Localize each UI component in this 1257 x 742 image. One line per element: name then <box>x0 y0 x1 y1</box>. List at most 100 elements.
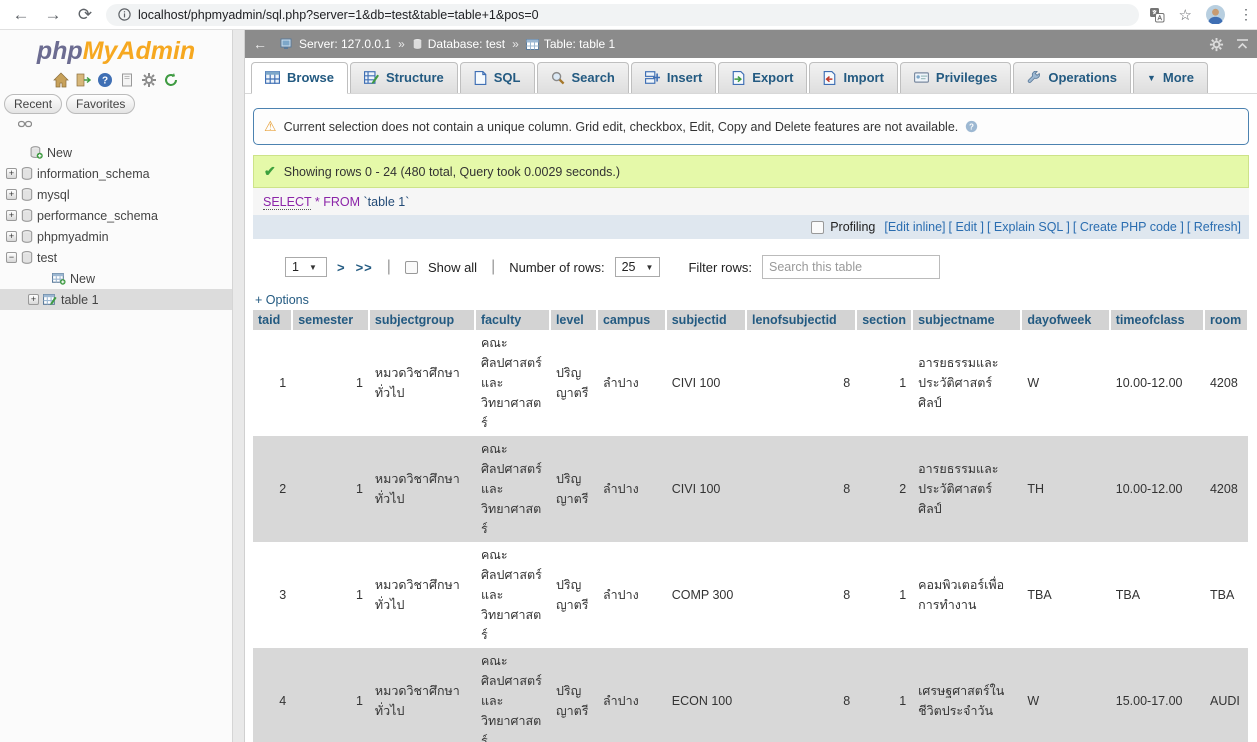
cell-room: TBA <box>1204 542 1248 648</box>
column-header-timeofclass[interactable]: timeofclass <box>1110 310 1204 330</box>
success-check-icon: ✔ <box>264 163 276 180</box>
tab-import[interactable]: Import <box>809 62 897 93</box>
collapse-panel-icon[interactable]: ← <box>253 36 267 52</box>
tab-privileges[interactable]: Privileges <box>900 62 1011 93</box>
cell-semester: 1 <box>292 648 369 742</box>
export-icon <box>732 71 745 85</box>
sidebar-item-test[interactable]: test <box>0 247 232 268</box>
column-header-level[interactable]: level <box>550 310 597 330</box>
page-settings-icon[interactable] <box>1209 37 1224 52</box>
collapse-top-icon[interactable] <box>1236 39 1249 50</box>
last-page-button[interactable]: >> <box>356 260 373 275</box>
sql-query-display: SELECT * FROM `table 1` <box>253 188 1249 215</box>
cell-faculty: คณะศิลปศาสตร์และวิทยาศาสตร์ <box>475 330 550 436</box>
phpmyadmin-logo[interactable]: phpMyAdmin <box>0 30 232 68</box>
collapse-node-icon[interactable] <box>6 252 17 263</box>
forward-icon[interactable]: → <box>42 5 64 25</box>
warning-help-icon[interactable]: ? <box>965 120 978 133</box>
column-header-subjectid[interactable]: subjectid <box>666 310 746 330</box>
home-icon[interactable] <box>53 72 69 88</box>
expand-node-icon[interactable] <box>6 189 17 200</box>
show-all-checkbox[interactable] <box>405 261 418 274</box>
help-icon[interactable]: ? <box>97 72 113 88</box>
sql-keyword-select[interactable]: SELECT <box>263 195 311 210</box>
expand-node-icon[interactable] <box>6 168 17 179</box>
cell-subjectname: เศรษฐศาสตร์ในชีวิตประจำวัน <box>912 648 1021 742</box>
sidebar-item-performance_schema[interactable]: performance_schema <box>0 205 232 226</box>
tab-structure[interactable]: Structure <box>350 62 458 93</box>
query-action-link[interactable]: [ Create PHP code ] <box>1073 220 1184 234</box>
logout-icon[interactable] <box>75 72 91 88</box>
query-action-link[interactable]: [Edit inline] <box>884 220 945 234</box>
tab-more[interactable]: ▼ More <box>1133 62 1208 93</box>
options-toggle[interactable]: + Options <box>253 289 1249 310</box>
sidebar-item-phpmyadmin[interactable]: phpmyadmin <box>0 226 232 247</box>
cell-dayofweek: W <box>1021 330 1109 436</box>
cell-timeofclass: 15.00-17.00 <box>1110 648 1204 742</box>
table-browse-icon <box>43 294 57 306</box>
breadcrumb-server[interactable]: Server: 127.0.0.1 <box>280 37 391 51</box>
page-info-icon[interactable] <box>118 8 131 21</box>
unlink-panel-icon[interactable] <box>18 120 214 128</box>
next-page-button[interactable]: > <box>337 260 346 275</box>
cell-subjectid: COMP 300 <box>666 542 746 648</box>
reload-navigation-icon[interactable] <box>163 72 179 88</box>
tab-operations[interactable]: Operations <box>1013 62 1131 93</box>
recent-tables-button[interactable]: Recent <box>4 94 62 114</box>
tab-insert[interactable]: Insert <box>631 62 716 93</box>
tree-item-label: test <box>37 251 57 265</box>
sidebar-item-information_schema[interactable]: information_schema <box>0 163 232 184</box>
url-text[interactable]: localhost/phpmyadmin/sql.php?server=1&db… <box>138 8 539 22</box>
rows-per-page-select[interactable]: 25▼ <box>615 257 661 277</box>
page-select[interactable]: 1▼ <box>285 257 327 277</box>
sidebar-item-new[interactable]: New <box>0 268 232 289</box>
breadcrumb-table[interactable]: Table: table 1 <box>526 37 615 51</box>
translate-icon[interactable] <box>1149 7 1165 23</box>
cell-subjectid: CIVI 100 <box>666 330 746 436</box>
expand-node-icon[interactable] <box>6 210 17 221</box>
column-header-subjectname[interactable]: subjectname <box>912 310 1021 330</box>
filter-rows-input[interactable] <box>762 255 940 279</box>
column-header-campus[interactable]: campus <box>597 310 666 330</box>
profiling-checkbox[interactable] <box>811 221 824 234</box>
sql-star: * <box>311 195 323 209</box>
address-bar[interactable]: localhost/phpmyadmin/sql.php?server=1&db… <box>106 4 1139 26</box>
favorite-tables-button[interactable]: Favorites <box>66 94 135 114</box>
column-header-section[interactable]: section <box>856 310 912 330</box>
chrome-menu-icon[interactable]: ⋮ <box>1239 6 1247 23</box>
column-header-lenofsubjectid[interactable]: lenofsubjectid <box>746 310 856 330</box>
sidebar-item-table-1[interactable]: table 1 <box>0 289 232 310</box>
cell-campus: ลำปาง <box>597 542 666 648</box>
panel-resize-strip[interactable] <box>233 30 245 742</box>
cell-timeofclass: TBA <box>1110 542 1204 648</box>
column-header-room[interactable]: room <box>1204 310 1248 330</box>
bookmark-star-icon[interactable]: ☆ <box>1179 6 1192 24</box>
expand-node-icon[interactable] <box>6 231 17 242</box>
settings-icon[interactable] <box>141 72 157 88</box>
cell-subjectid: CIVI 100 <box>666 436 746 542</box>
column-header-taid[interactable]: taid <box>253 310 292 330</box>
column-header-faculty[interactable]: faculty <box>475 310 550 330</box>
column-header-semester[interactable]: semester <box>292 310 369 330</box>
query-action-link[interactable]: [ Refresh] <box>1187 220 1241 234</box>
breadcrumb-database[interactable]: Database: test <box>412 37 505 51</box>
query-action-link[interactable]: [ Edit ] <box>949 220 984 234</box>
column-header-subjectgroup[interactable]: subjectgroup <box>369 310 475 330</box>
reload-icon[interactable]: ⟳ <box>74 5 96 25</box>
warning-message: ⚠ Current selection does not contain a u… <box>253 108 1249 145</box>
profile-avatar[interactable] <box>1206 5 1225 24</box>
tab-browse[interactable]: Browse <box>251 62 348 94</box>
tab-search[interactable]: Search <box>537 62 629 93</box>
sidebar-item-mysql[interactable]: mysql <box>0 184 232 205</box>
back-icon[interactable]: ← <box>10 5 32 25</box>
warning-text: Current selection does not contain a uni… <box>284 120 959 134</box>
docs-icon[interactable] <box>119 72 135 88</box>
tab-sql[interactable]: SQL <box>460 62 535 93</box>
tab-export[interactable]: Export <box>718 62 807 93</box>
cell-section: 1 <box>856 330 912 436</box>
breadcrumb-separator: » <box>398 37 405 51</box>
column-header-dayofweek[interactable]: dayofweek <box>1021 310 1109 330</box>
query-action-link[interactable]: [ Explain SQL ] <box>987 220 1070 234</box>
expand-node-icon[interactable] <box>28 294 39 305</box>
sidebar-item-new[interactable]: New <box>0 142 232 163</box>
